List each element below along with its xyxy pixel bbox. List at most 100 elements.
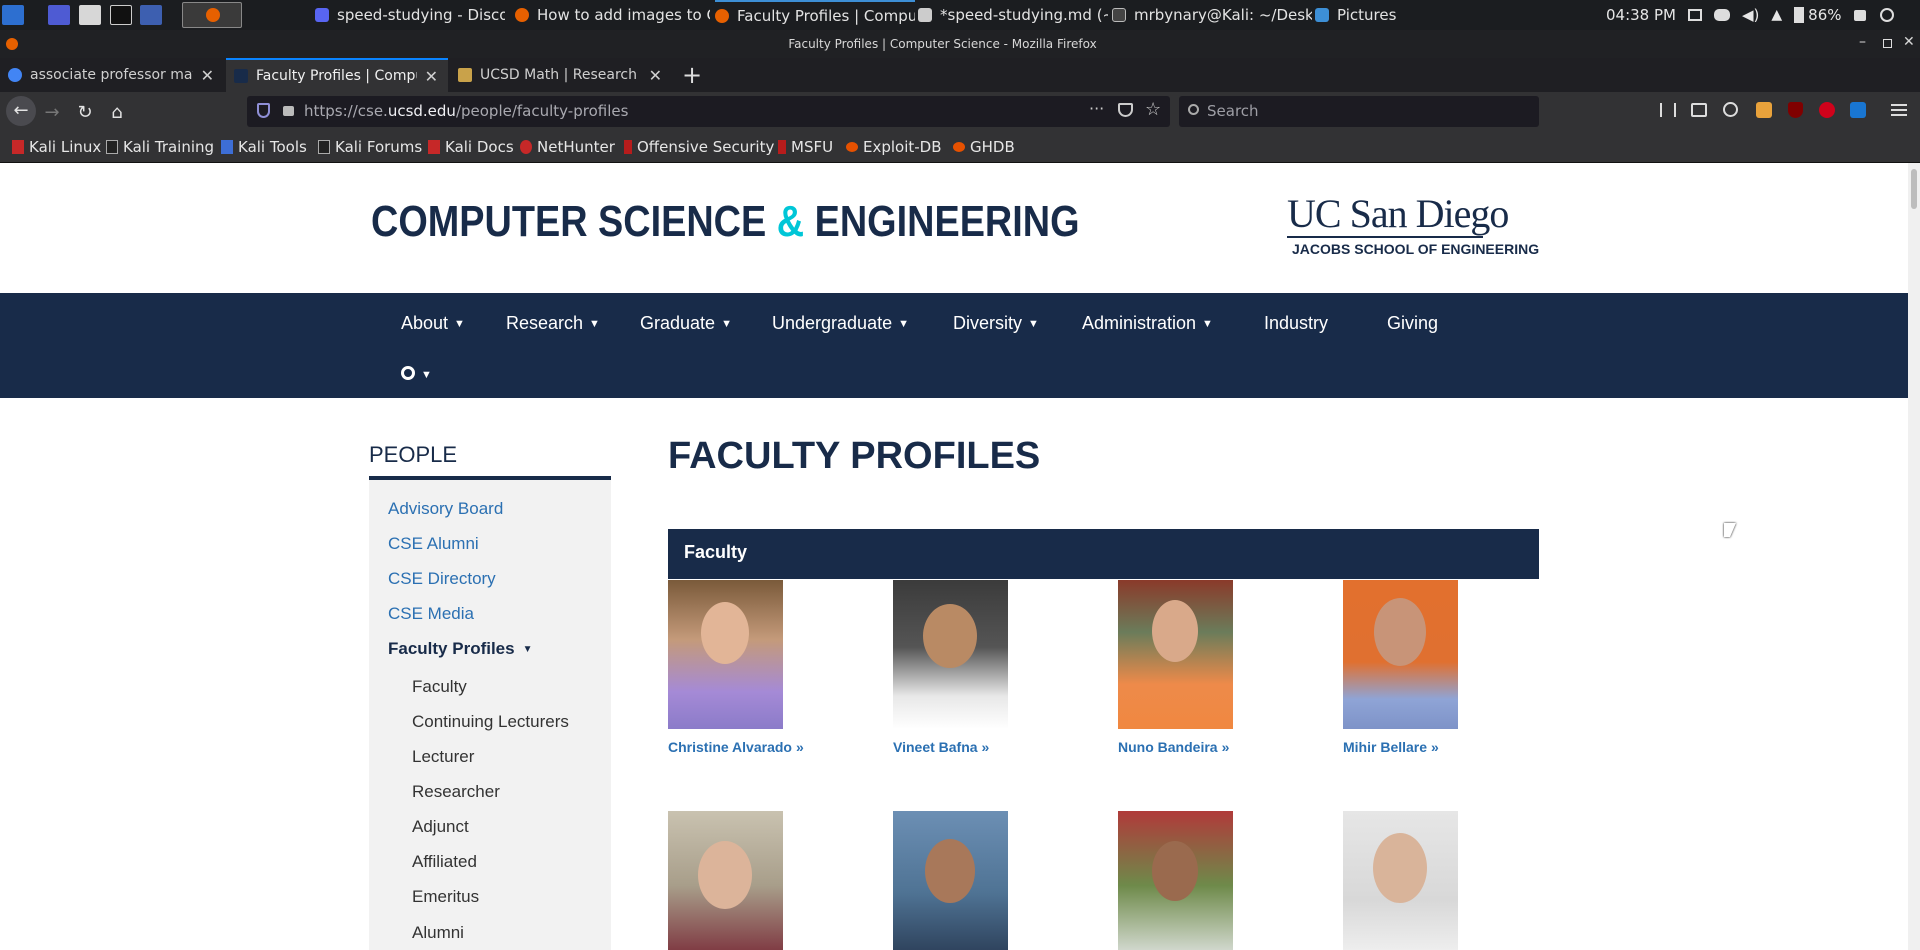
clock[interactable]: 04:38 PM — [1606, 6, 1676, 24]
extension-lock-icon[interactable] — [1819, 102, 1835, 118]
bookmark-nethunter[interactable]: NetHunter — [520, 138, 615, 156]
maximize-button[interactable] — [1883, 39, 1892, 48]
profile-photo[interactable] — [1118, 580, 1233, 729]
taskbar-window-discord[interactable]: speed-studying - Discord — [315, 0, 505, 30]
ublock-icon[interactable] — [1788, 102, 1803, 118]
profile-photo[interactable] — [668, 811, 783, 950]
sidebar-subitem-affiliated[interactable]: Affiliated — [412, 852, 477, 872]
bookmark-exploit-db[interactable]: Exploit-DB — [846, 138, 942, 156]
back-button[interactable]: ← — [6, 96, 36, 126]
url-text[interactable]: https://cse.ucsd.edu/people/faculty-prof… — [304, 102, 628, 120]
sidebar-subitem-emeritus[interactable]: Emeritus — [412, 887, 479, 907]
profile-link[interactable]: Vineet Bafna» — [893, 739, 989, 755]
kali-menu-icon[interactable] — [2, 5, 24, 25]
bookmark-star-icon[interactable]: ☆ — [1145, 99, 1161, 120]
bookmark-kali-docs[interactable]: Kali Docs — [428, 138, 514, 156]
workspace-icon[interactable] — [48, 5, 70, 25]
battery-icon[interactable] — [1794, 7, 1805, 23]
sidebar-item-cse-directory[interactable]: CSE Directory — [388, 569, 496, 589]
search-bar[interactable] — [1179, 96, 1539, 127]
url-bar[interactable]: https://cse.ucsd.edu/people/faculty-prof… — [247, 96, 1170, 127]
new-tab-button[interactable]: + — [682, 61, 702, 89]
padlock-icon[interactable] — [283, 106, 294, 116]
bookmark-kali-linux[interactable]: Kali Linux — [12, 138, 101, 156]
nav-giving[interactable]: Giving — [1387, 313, 1438, 334]
screenshot-icon[interactable] — [140, 5, 162, 25]
nav-undergraduate[interactable]: Undergraduate ▼ — [772, 313, 909, 334]
display-icon[interactable] — [1687, 9, 1702, 21]
profile-photo[interactable] — [1343, 811, 1458, 950]
firefox-launcher-icon[interactable] — [182, 2, 242, 28]
sidebar-subitem-researcher[interactable]: Researcher — [412, 782, 500, 802]
tab-faculty-profiles[interactable]: Faculty Profiles | Comput ✕ — [226, 58, 448, 92]
bookmark-offensive-security[interactable]: Offensive Security — [624, 138, 774, 156]
bookmark-kali-training[interactable]: Kali Training — [106, 138, 214, 156]
bookmark-ghdb[interactable]: GHDB — [953, 138, 1015, 156]
bookmark-msfu[interactable]: MSFU — [778, 138, 833, 156]
file-manager-icon[interactable] — [79, 5, 101, 25]
nav-label: Giving — [1387, 313, 1439, 333]
volume-icon[interactable]: ◀) — [1742, 6, 1759, 24]
skype-extension-icon[interactable] — [1850, 102, 1866, 118]
taskbar-window-pictures[interactable]: Pictures — [1315, 0, 1435, 30]
bookmark-kali-forums[interactable]: Kali Forums — [318, 138, 422, 156]
tab-google-search[interactable]: associate professor math ✕ — [0, 58, 224, 92]
profile-link[interactable]: Mihir Bellare» — [1343, 739, 1439, 755]
power-icon[interactable] — [1879, 8, 1894, 22]
account-icon[interactable] — [1723, 102, 1738, 117]
nav-graduate[interactable]: Graduate ▼ — [640, 313, 732, 334]
bookmark-kali-tools[interactable]: Kali Tools — [221, 138, 307, 156]
pocket-icon[interactable] — [1118, 103, 1133, 117]
sidebar-subitem-continuing-lecturers[interactable]: Continuing Lecturers — [412, 712, 569, 732]
tab-ucsd-math[interactable]: UCSD Math | Research A ✕ — [450, 58, 672, 92]
page-actions-icon[interactable]: ··· — [1089, 99, 1104, 118]
sidebar-subitem-alumni[interactable]: Alumni — [412, 923, 464, 943]
sidebar-item-advisory-board[interactable]: Advisory Board — [388, 499, 503, 519]
nav-research[interactable]: Research ▼ — [506, 313, 600, 334]
forward-button[interactable]: → — [40, 101, 64, 125]
sidebar-item-cse-alumni[interactable]: CSE Alumni — [388, 534, 479, 554]
ucsd-logo[interactable]: UC San Diego — [1287, 190, 1509, 237]
profile-photo[interactable] — [893, 580, 1008, 729]
terminal-icon[interactable] — [110, 5, 132, 25]
taskbar-window-editor[interactable]: *speed-studying.md (~/... — [918, 0, 1108, 30]
library-icon[interactable] — [1660, 103, 1676, 117]
profile-link[interactable]: Christine Alvarado» — [668, 739, 804, 755]
sidebar-item-cse-media[interactable]: CSE Media — [388, 604, 474, 624]
page-scrollbar[interactable] — [1908, 163, 1920, 950]
profile-photo[interactable] — [1343, 580, 1458, 729]
taskbar-window-firefox-images[interactable]: How to add images to Gi... — [515, 0, 710, 30]
close-tab-icon[interactable]: ✕ — [425, 67, 438, 86]
profile-photo[interactable] — [1118, 811, 1233, 950]
close-tab-icon[interactable]: ✕ — [201, 66, 214, 85]
extension-badge-icon[interactable] — [1756, 102, 1772, 118]
nav-diversity[interactable]: Diversity ▼ — [953, 313, 1039, 334]
sidebar-subitem-lecturer[interactable]: Lecturer — [412, 747, 474, 767]
taskbar-window-firefox-faculty[interactable]: Faculty Profiles | Compu... — [715, 0, 915, 30]
close-window-button[interactable]: ✕ — [1903, 34, 1915, 50]
site-title[interactable]: COMPUTER SCIENCE & ENGINEERING — [371, 197, 1080, 247]
scrollbar-thumb[interactable] — [1911, 169, 1917, 209]
hamburger-menu-icon[interactable] — [1891, 104, 1907, 116]
search-input[interactable] — [1207, 101, 1527, 121]
sidebar-item-faculty-profiles[interactable]: Faculty Profiles ▼ — [388, 639, 533, 659]
nav-search-toggle[interactable]: ▼ — [401, 364, 432, 385]
tracking-shield-icon[interactable] — [257, 103, 270, 118]
nav-about[interactable]: About ▼ — [401, 313, 465, 334]
nav-industry[interactable]: Industry — [1264, 313, 1328, 334]
profile-photo[interactable] — [668, 580, 783, 729]
lock-icon[interactable] — [1853, 9, 1866, 21]
nav-administration[interactable]: Administration ▼ — [1082, 313, 1213, 334]
sidebar-toggle-icon[interactable] — [1691, 103, 1707, 117]
profile-link[interactable]: Nuno Bandeira» — [1118, 739, 1229, 755]
sidebar-subitem-adjunct[interactable]: Adjunct — [412, 817, 469, 837]
home-button[interactable]: ⌂ — [105, 101, 129, 125]
discord-tray-icon[interactable] — [1713, 9, 1730, 21]
minimize-button[interactable]: – — [1859, 34, 1866, 50]
close-tab-icon[interactable]: ✕ — [649, 66, 662, 85]
taskbar-window-terminal[interactable]: mrbynary@Kali: ~/Desk... — [1112, 0, 1312, 30]
profile-photo[interactable] — [893, 811, 1008, 950]
sidebar-subitem-faculty[interactable]: Faculty — [412, 677, 467, 697]
reload-button[interactable]: ↻ — [73, 101, 97, 125]
notifications-icon[interactable]: ▲ — [1771, 7, 1782, 23]
